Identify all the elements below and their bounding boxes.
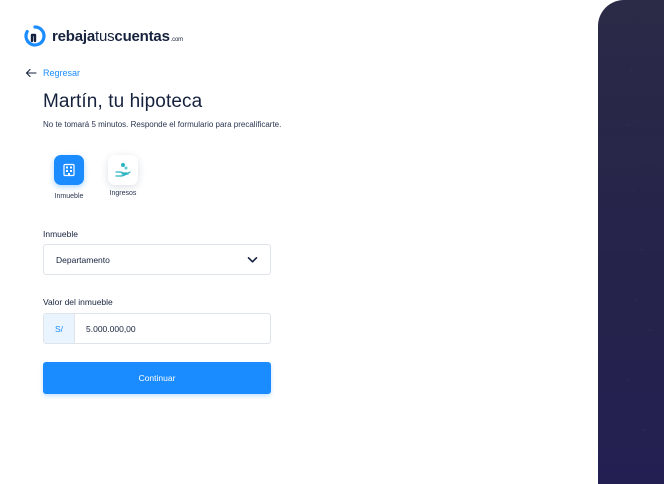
continue-button[interactable]: Continuar <box>43 362 271 394</box>
page-subtitle: No te tomará 5 minutos. Responde el form… <box>43 120 282 129</box>
logo-icon <box>24 25 46 47</box>
step-label: Inmueble <box>54 193 84 200</box>
building-icon <box>63 163 75 177</box>
brand-part-1: rebaja <box>52 27 95 45</box>
property-type-value: Departamento <box>56 254 110 265</box>
step-label: Ingresos <box>109 190 137 197</box>
side-panel <box>598 0 664 484</box>
page-title: Martín, tu hipoteca <box>43 91 203 112</box>
hand-coins-icon <box>115 163 131 177</box>
chevron-down-icon <box>247 256 258 263</box>
brand-part-3: cuentas <box>114 27 170 45</box>
step-inmueble[interactable]: Inmueble <box>44 155 94 200</box>
brand-logo[interactable]: rebajatuscuentas.com <box>24 25 183 47</box>
arrow-left-icon <box>25 68 37 78</box>
property-value-label: Valor del inmueble <box>43 297 113 307</box>
property-value-input[interactable]: 5.000.000,00 <box>75 314 270 343</box>
back-label: Regresar <box>43 68 81 78</box>
back-link[interactable]: Regresar <box>25 68 80 78</box>
brand-suffix: .com <box>170 36 183 43</box>
step-icon-box <box>108 155 138 185</box>
step-ingresos[interactable]: Ingresos <box>98 155 148 197</box>
brand-part-2: tus <box>95 27 115 45</box>
decorative-dots <box>627 69 651 456</box>
brand-name: rebajatuscuentas.com <box>52 28 183 45</box>
property-type-select[interactable]: Departamento <box>43 244 271 275</box>
property-type-label: Inmueble <box>43 229 78 239</box>
step-icon-box <box>54 155 84 185</box>
currency-prefix: S/ <box>44 314 75 343</box>
property-value-field[interactable]: S/ 5.000.000,00 <box>43 313 271 344</box>
